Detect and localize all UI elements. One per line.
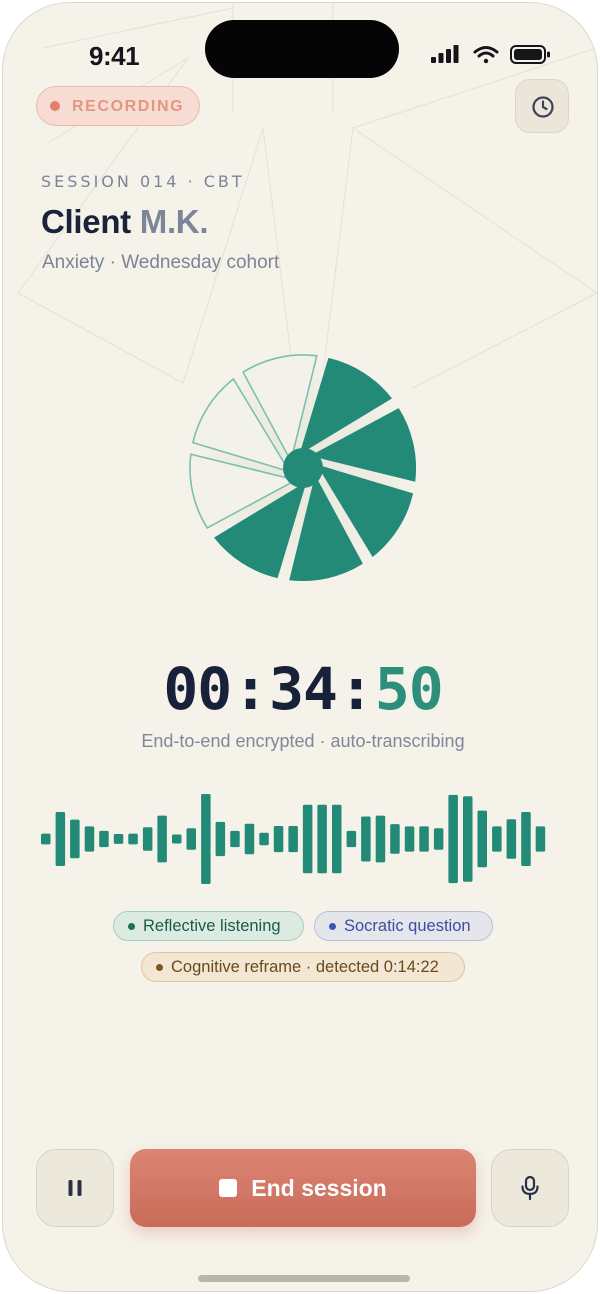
waveform-bar <box>332 804 342 874</box>
home-indicator[interactable] <box>198 1275 410 1282</box>
session-progress-wheel <box>178 343 428 593</box>
waveform-bar <box>230 830 240 848</box>
stop-icon <box>219 1179 238 1197</box>
waveform-bar <box>113 834 124 844</box>
waveform-bar <box>404 826 415 852</box>
waveform-bar <box>70 819 80 859</box>
waveform-bar <box>244 823 255 855</box>
waveform-bar <box>492 826 502 852</box>
waveform-bar <box>433 828 444 850</box>
session-timer: 00:34:50 <box>3 655 597 723</box>
waveform-bar <box>157 815 167 863</box>
waveform-bar <box>186 828 196 850</box>
phone-screen: 9:41 RECORDING SESSION 014 · CBT Client … <box>2 2 598 1292</box>
waveform-bar <box>346 830 357 848</box>
history-button[interactable] <box>515 79 569 133</box>
recording-dot-icon <box>50 101 60 111</box>
waveform-bar <box>288 826 298 853</box>
waveform-bar <box>361 816 371 862</box>
end-session-label: End session <box>251 1174 387 1201</box>
waveform-bar <box>142 827 153 851</box>
status-time: 9:41 <box>89 41 140 71</box>
waveform-bar <box>273 826 284 853</box>
wifi-icon <box>473 46 499 64</box>
client-name: Client M.K. <box>41 203 209 241</box>
tag-label: Reflective listening <box>143 916 281 935</box>
clock-icon <box>532 96 554 118</box>
waveform-bar <box>317 804 327 874</box>
timer-separator: : <box>338 655 374 723</box>
waveform-bar <box>302 804 313 874</box>
session-label: SESSION 014 · CBT <box>41 172 245 191</box>
battery-icon <box>510 45 550 64</box>
recording-indicator: RECORDING <box>36 86 200 126</box>
waveform-bar <box>375 815 386 863</box>
client-prefix: Client <box>41 203 131 240</box>
audio-waveform <box>41 794 546 884</box>
tag-reflective-listening[interactable]: Reflective listening <box>113 911 304 941</box>
microphone-icon <box>521 1175 539 1201</box>
pause-icon <box>68 1180 82 1196</box>
tag-dot-icon <box>156 964 163 971</box>
microphone-button[interactable] <box>491 1149 569 1227</box>
client-initials: M.K. <box>139 203 209 240</box>
end-session-button[interactable]: End session <box>130 1149 476 1227</box>
waveform-bar <box>259 832 269 846</box>
waveform-bar <box>172 834 182 844</box>
waveform-bar <box>419 826 429 852</box>
timer-minutes: 34 <box>269 655 338 723</box>
waveform-bar <box>128 833 138 845</box>
waveform-bar <box>99 830 109 848</box>
waveform-bar <box>41 833 51 845</box>
waveform-bar <box>390 824 400 854</box>
waveform-bar <box>215 821 226 857</box>
timer-subtitle: End-to-end encrypted · auto-transcribing <box>141 731 465 751</box>
timer-hours: 00 <box>163 655 232 723</box>
cellular-signal-icon <box>431 45 459 63</box>
waveform-bar <box>535 826 546 852</box>
recording-label: RECORDING <box>72 98 185 115</box>
tag-dot-icon <box>128 923 135 930</box>
tag-label: Cognitive reframe · detected 0:14:22 <box>171 957 439 976</box>
timer-seconds: 50 <box>374 655 444 723</box>
timer-separator: : <box>233 655 268 723</box>
dynamic-island <box>205 20 399 78</box>
tag-label: Socratic question <box>344 916 471 935</box>
waveform-bar <box>201 794 211 884</box>
pause-button[interactable] <box>36 1149 114 1227</box>
waveform-bar <box>448 794 458 884</box>
waveform-bar <box>506 819 517 859</box>
waveform-bar <box>477 810 487 868</box>
tag-dot-icon <box>329 923 336 930</box>
client-subtitle: Anxiety · Wednesday cohort <box>42 252 280 273</box>
waveform-bar <box>463 796 473 882</box>
waveform-bar <box>521 812 531 866</box>
status-icons <box>431 45 550 64</box>
tag-socratic-question[interactable]: Socratic question <box>314 911 493 941</box>
tag-cognitive-reframe[interactable]: Cognitive reframe · detected 0:14:22 <box>141 952 465 982</box>
waveform-bar <box>55 812 66 866</box>
wheel-center <box>283 448 323 488</box>
waveform-bar <box>84 826 95 852</box>
